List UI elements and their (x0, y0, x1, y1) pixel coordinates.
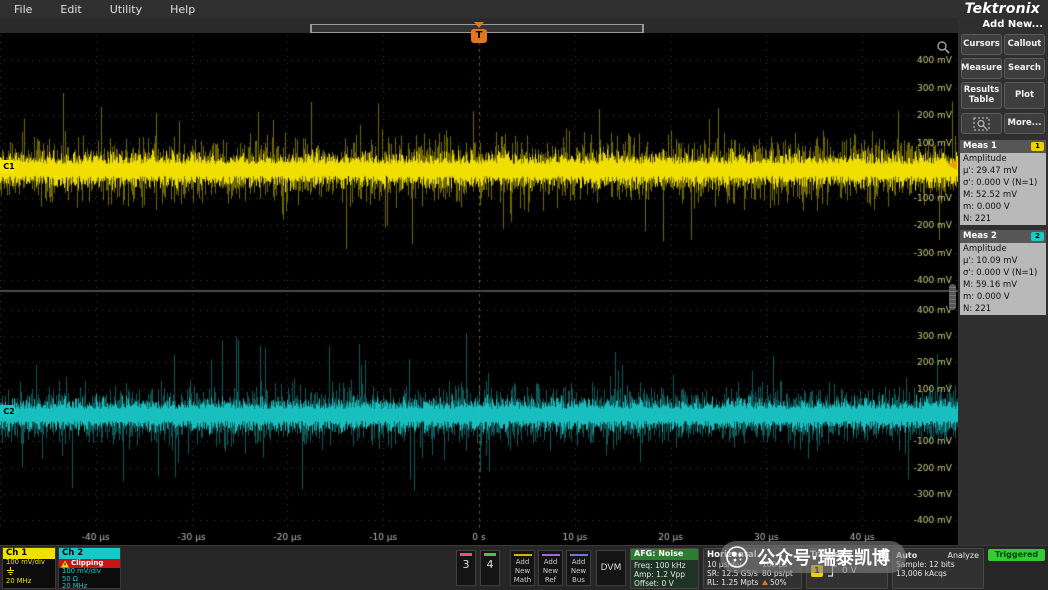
meas2-count: N: 221 (960, 303, 1046, 315)
meas2-min: m: 0.000 V (960, 291, 1046, 303)
watermark-logo-icon (725, 545, 749, 569)
add-new-bus-label: Add New Bus (567, 558, 590, 585)
acquisition-count: 13,006 kAcqs (893, 569, 983, 578)
ref-color-chip (542, 554, 560, 556)
afg-freq: Freq: 100 kHz (631, 561, 698, 570)
plot-button[interactable]: Plot (1004, 82, 1045, 109)
slice-resize-handle[interactable] (949, 284, 956, 310)
dvm-button[interactable]: DVM (596, 550, 626, 586)
horizontal-position: 50% (770, 578, 787, 587)
math-color-chip (514, 554, 532, 556)
ch4-button[interactable]: 4 (480, 550, 500, 586)
ch3-button[interactable]: 3 (456, 550, 476, 586)
ground-icon (6, 567, 15, 576)
meas2-stdev: σ': 0.000 V (N=1) (960, 267, 1046, 279)
add-new-bus-button[interactable]: Add New Bus (566, 550, 591, 586)
watermark: 公众号·瑞泰凯博 (720, 541, 906, 573)
screen-capture-button[interactable] (961, 113, 1002, 134)
add-new-math-button[interactable]: Add New Math (510, 550, 535, 586)
ch4-button-label: 4 (481, 558, 499, 571)
meas2-badge-panel[interactable]: Meas 2 2 Amplitude μ': 10.09 mV σ': 0.00… (960, 230, 1046, 315)
right-control-panel: Add New... Cursors Callout Measure Searc… (958, 18, 1048, 545)
meas1-max: M: 52.52 mV (960, 189, 1046, 201)
trigger-position-marker[interactable]: T (471, 29, 487, 43)
meas1-source-badge: 1 (1031, 142, 1044, 151)
meas1-min: m: 0.000 V (960, 201, 1046, 213)
acquisition-sample: Sample: 12 bits (893, 560, 983, 569)
meas1-count: N: 221 (960, 213, 1046, 225)
afg-title: AFG: Noise (631, 549, 698, 560)
ch2-badge[interactable]: Ch 2 Clipping 100 mV/div 50 Ω 20 MHz (58, 547, 121, 589)
trigger-level-marker[interactable] (948, 160, 957, 170)
position-icon (762, 580, 768, 585)
acquisition-analyze: Analyze (947, 551, 979, 560)
search-button[interactable]: Search (1004, 58, 1045, 79)
horizontal-pos-row: 50% (759, 578, 793, 587)
menu-bar: File Edit Utility Help (0, 0, 1048, 18)
meas1-badge-panel[interactable]: Meas 1 1 Amplitude μ': 29.47 mV σ': 0.00… (960, 140, 1046, 225)
ch1-scale: 100 mV/div (3, 559, 55, 567)
meas2-source-badge: 2 (1031, 232, 1044, 241)
menu-help[interactable]: Help (170, 3, 195, 16)
add-new-ref-label: Add New Ref (539, 558, 562, 585)
measure-button[interactable]: Measure (961, 58, 1002, 79)
callout-button[interactable]: Callout (1004, 34, 1045, 55)
more-button[interactable]: More... (1004, 113, 1045, 134)
results-table-button[interactable]: Results Table (961, 82, 1002, 109)
afg-amp: Amp: 1.2 Vpp (631, 570, 698, 579)
ch3-color-chip (460, 553, 472, 556)
menu-edit[interactable]: Edit (60, 3, 81, 16)
tektronix-logo: Tektronix (965, 1, 1040, 17)
afg-offset: Offset: 0 V (631, 579, 698, 588)
ch2-badge-header: Ch 2 (59, 548, 120, 559)
ch2-bandwidth: 20 MHz (59, 583, 120, 589)
waveform-display[interactable] (0, 33, 958, 545)
afg-badge[interactable]: AFG: Noise Freq: 100 kHz Amp: 1.2 Vpp Of… (630, 548, 699, 589)
meas2-mean: μ': 10.09 mV (960, 255, 1046, 267)
add-new-button[interactable]: Add New... (982, 19, 1043, 30)
cursors-button[interactable]: Cursors (961, 34, 1002, 55)
zoom-icon[interactable] (936, 40, 951, 55)
trigger-position-arrow-icon (474, 22, 484, 28)
horizontal-rl: RL: 1.25 Mpts (704, 578, 759, 587)
add-new-math-label: Add New Math (511, 558, 534, 585)
meas1-mean: μ': 29.47 mV (960, 165, 1046, 177)
ch1-bandwidth: 20 MHz (3, 578, 55, 586)
bus-color-chip (570, 554, 588, 556)
meas1-stdev: σ': 0.000 V (N=1) (960, 177, 1046, 189)
screen-capture-icon (973, 117, 990, 131)
menu-file[interactable]: File (14, 3, 32, 16)
ch1-badge[interactable]: Ch 1 100 mV/div 20 MHz (2, 547, 56, 589)
add-new-ref-button[interactable]: Add New Ref (538, 550, 563, 586)
meas1-title: Meas 1 (963, 141, 997, 151)
meas2-title: Meas 2 (963, 231, 997, 241)
oscilloscope-app: File Edit Utility Help Tektronix Wavefor… (0, 0, 1048, 590)
meas2-type: Amplitude (960, 243, 1046, 255)
ch4-color-chip (484, 553, 496, 556)
triggered-status-badge: Triggered (988, 549, 1045, 561)
meas2-header: Meas 2 2 (960, 230, 1046, 243)
meas1-type: Amplitude (960, 153, 1046, 165)
menu-utility[interactable]: Utility (110, 3, 142, 16)
watermark-text: 公众号·瑞泰凯博 (757, 544, 890, 570)
dvm-button-label: DVM (601, 563, 622, 573)
meas2-max: M: 59.16 mV (960, 279, 1046, 291)
ch3-button-label: 3 (457, 558, 475, 571)
meas1-header: Meas 1 1 (960, 140, 1046, 153)
